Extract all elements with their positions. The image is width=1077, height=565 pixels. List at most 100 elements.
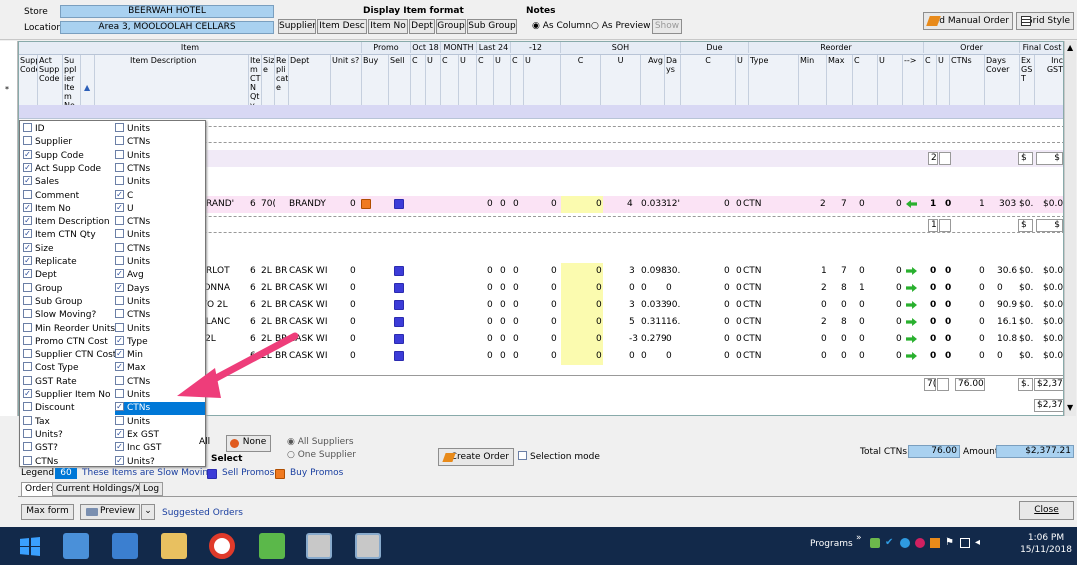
- remote-desktop-icon[interactable]: [112, 533, 138, 559]
- column-option-dept[interactable]: ✓ Dept: [23, 269, 113, 282]
- order-u[interactable]: 0: [945, 196, 951, 213]
- checkbox-icon[interactable]: [115, 216, 124, 226]
- col-oct-c[interactable]: C: [411, 55, 426, 105]
- col-last24-c[interactable]: C: [477, 55, 494, 105]
- col-soh-u[interactable]: U: [601, 55, 641, 105]
- select-none-button[interactable]: None: [226, 435, 271, 452]
- order-u[interactable]: 0: [945, 348, 951, 365]
- column-option-u[interactable]: ✓ U: [115, 202, 205, 216]
- checkbox-icon[interactable]: [23, 362, 32, 372]
- create-order-button[interactable]: Create Order: [438, 448, 514, 466]
- column-option-ctns[interactable]: CTNs: [115, 162, 205, 176]
- column-option-ctns[interactable]: CTNs: [115, 309, 205, 322]
- chrome-icon[interactable]: [209, 533, 235, 559]
- col-avg[interactable]: Avg: [641, 55, 665, 105]
- column-option-avg[interactable]: ✓ Avg: [115, 269, 205, 282]
- col-month-u[interactable]: U: [459, 55, 477, 105]
- transfer-right-arrow-icon[interactable]: [906, 284, 917, 292]
- column-chooser-popup[interactable]: ID Supplier ✓ Supp Code ✓ Act Supp Code ✓ Sales…: [19, 120, 206, 467]
- checkbox-icon[interactable]: [23, 136, 32, 146]
- sell-promo-cell[interactable]: [394, 334, 404, 344]
- order-u[interactable]: 0: [945, 280, 951, 297]
- column-option-comment[interactable]: Comment: [23, 189, 113, 203]
- column-option-id[interactable]: ID: [23, 123, 113, 136]
- sell-promo-cell[interactable]: [394, 283, 404, 293]
- checkbox-icon[interactable]: [23, 189, 32, 199]
- scroll-up-icon[interactable]: ▲: [1067, 43, 1073, 52]
- col-units[interactable]: Unit s?: [331, 55, 362, 105]
- explorer-tree-icon[interactable]: [63, 533, 89, 559]
- order-c[interactable]: 0: [930, 297, 936, 314]
- col-max[interactable]: Max: [827, 55, 853, 105]
- checkbox-icon[interactable]: [23, 322, 32, 332]
- flag-icon[interactable]: ⚑: [945, 538, 955, 548]
- max-form-button[interactable]: Max form: [21, 504, 74, 520]
- sell-promo-icon[interactable]: [394, 351, 404, 361]
- clock[interactable]: 1:06 PM 15/11/2018: [1020, 532, 1072, 556]
- column-option-sub-group[interactable]: Sub Group: [23, 295, 113, 309]
- checkbox-icon[interactable]: [115, 176, 124, 186]
- order-c[interactable]: 1: [930, 196, 936, 213]
- column-option-slow-moving[interactable]: Slow Moving?: [23, 309, 113, 322]
- format-sub-group-button[interactable]: Sub Group: [467, 19, 517, 34]
- checkbox-checked-icon[interactable]: ✓: [115, 402, 124, 412]
- checkbox-icon[interactable]: [115, 149, 124, 159]
- transfer-left-arrow-icon[interactable]: [906, 200, 917, 208]
- transfer-right-arrow-icon[interactable]: [906, 318, 917, 326]
- checkbox-icon[interactable]: [115, 322, 124, 332]
- app-window-icon-2[interactable]: [355, 533, 381, 559]
- checkbox-icon[interactable]: [23, 309, 32, 319]
- grid-scrollbar[interactable]: ▲ ▼: [1064, 41, 1076, 416]
- file-explorer-icon[interactable]: [161, 533, 187, 559]
- format-group-button[interactable]: Group: [436, 19, 466, 34]
- show-button[interactable]: Show: [652, 19, 682, 34]
- col-dept[interactable]: Dept: [289, 55, 331, 105]
- column-option-supplier-ctn-cost[interactable]: Supplier CTN Cost: [23, 349, 116, 362]
- sell-promo-icon[interactable]: [394, 266, 404, 276]
- column-option-supp-code[interactable]: ✓ Supp Code: [23, 149, 113, 163]
- column-option-replicate[interactable]: ✓ Replicate: [23, 256, 113, 269]
- checkbox-checked-icon[interactable]: ✓: [23, 176, 32, 186]
- checkbox-icon[interactable]: [115, 389, 124, 398]
- buy-promo-icon[interactable]: [361, 199, 371, 209]
- checkbox-checked-icon[interactable]: ✓: [23, 269, 32, 279]
- transfer-right-arrow-icon[interactable]: [906, 352, 917, 360]
- col-replicate[interactable]: Re pli cat e: [275, 55, 289, 105]
- scroll-down-icon[interactable]: ▼: [1067, 403, 1073, 412]
- format-item-no-button[interactable]: Item No: [368, 19, 408, 34]
- column-option-act-supp-code[interactable]: ✓ Act Supp Code: [23, 162, 113, 176]
- checkbox-checked-icon[interactable]: ✓: [115, 202, 124, 212]
- sell-promo-cell[interactable]: [394, 300, 404, 310]
- order-u[interactable]: 0: [945, 331, 951, 348]
- column-option-units[interactable]: Units: [115, 295, 205, 309]
- col-order-u[interactable]: U: [937, 55, 950, 105]
- column-option-ctns[interactable]: CTNs: [115, 136, 205, 149]
- column-option-c[interactable]: ✓ C: [115, 189, 205, 203]
- col-days[interactable]: Da ys: [665, 55, 681, 105]
- location-field[interactable]: Area 3, MOOLOOLAH CELLARS: [60, 21, 274, 34]
- checkbox-checked-icon[interactable]: ✓: [23, 229, 32, 239]
- column-option-item-no[interactable]: ✓ Item No: [23, 202, 113, 216]
- format-supplier-button[interactable]: Supplier: [278, 19, 316, 34]
- checkbox-checked-icon[interactable]: ✓: [23, 389, 32, 398]
- checkbox-icon[interactable]: [115, 375, 124, 385]
- col-supp-code[interactable]: Supp Code: [19, 55, 38, 105]
- checkbox-checked-icon[interactable]: ✓: [115, 282, 124, 292]
- column-option-item-ctn-qty[interactable]: ✓ Item CTN Qty: [23, 229, 113, 242]
- sell-promo-icon[interactable]: [394, 317, 404, 327]
- col-size[interactable]: Siz e: [262, 55, 275, 105]
- col-days-cover[interactable]: Days Cover: [985, 55, 1020, 105]
- checkbox-icon[interactable]: [23, 402, 32, 412]
- col-type[interactable]: Type: [749, 55, 799, 105]
- checkbox-checked-icon[interactable]: ✓: [115, 362, 124, 372]
- checkbox-checked-icon[interactable]: ✓: [23, 256, 32, 265]
- column-option-units[interactable]: Units: [115, 229, 205, 242]
- order-u[interactable]: 0: [945, 314, 951, 331]
- col-item-ctn-qty[interactable]: Ite m CT N Qt y: [249, 55, 262, 105]
- select-all-button[interactable]: All: [199, 436, 221, 451]
- checkbox-checked-icon[interactable]: ✓: [23, 162, 32, 172]
- checkbox-checked-icon[interactable]: ✓: [115, 269, 124, 279]
- radio-one-supplier[interactable]: ○ One Supplier: [287, 450, 356, 461]
- column-option-units[interactable]: Units: [115, 256, 205, 269]
- order-c[interactable]: 0: [930, 280, 936, 297]
